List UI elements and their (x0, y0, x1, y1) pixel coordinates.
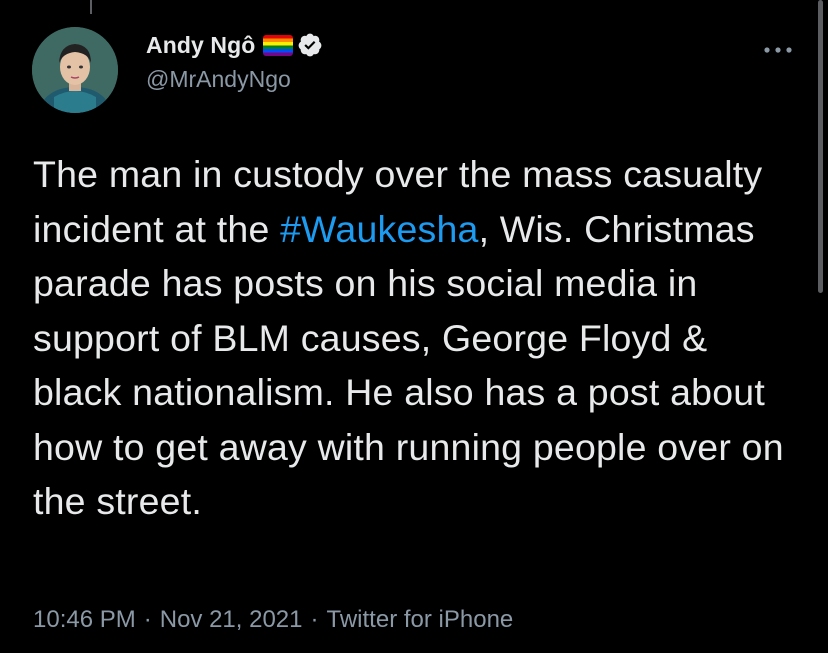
more-options-button[interactable] (758, 40, 798, 60)
thread-connector-line (90, 0, 92, 14)
avatar[interactable] (32, 27, 118, 113)
hashtag-link[interactable]: #Waukesha (280, 208, 478, 250)
author-handle[interactable]: @MrAndyNgo (146, 66, 748, 93)
tweet-time[interactable]: 10:46 PM (33, 606, 136, 633)
avatar-image (32, 27, 118, 113)
separator-dot: · (310, 606, 319, 633)
tweet-source[interactable]: Twitter for iPhone (327, 606, 514, 633)
tweet-date[interactable]: Nov 21, 2021 (160, 606, 303, 633)
author-display-name[interactable]: Andy Ngô (146, 32, 255, 59)
separator-dot: · (143, 606, 152, 633)
tweet-text: The man in custody over the mass casualt… (33, 147, 803, 529)
tweet-header: Andy Ngô @MrAndyNgo (146, 28, 748, 93)
rainbow-flag-icon (263, 34, 294, 56)
tweet-text-part-2: , Wis. Christmas parade has posts on his… (33, 207, 784, 523)
author-name-row: Andy Ngô (146, 28, 748, 62)
tweet-metadata: 10:46 PM · Nov 21, 2021 · Twitter for iPhone (33, 606, 513, 634)
scrollbar-thumb[interactable] (818, 0, 823, 293)
verified-icon (297, 32, 323, 58)
more-horizontal-icon (764, 47, 792, 53)
